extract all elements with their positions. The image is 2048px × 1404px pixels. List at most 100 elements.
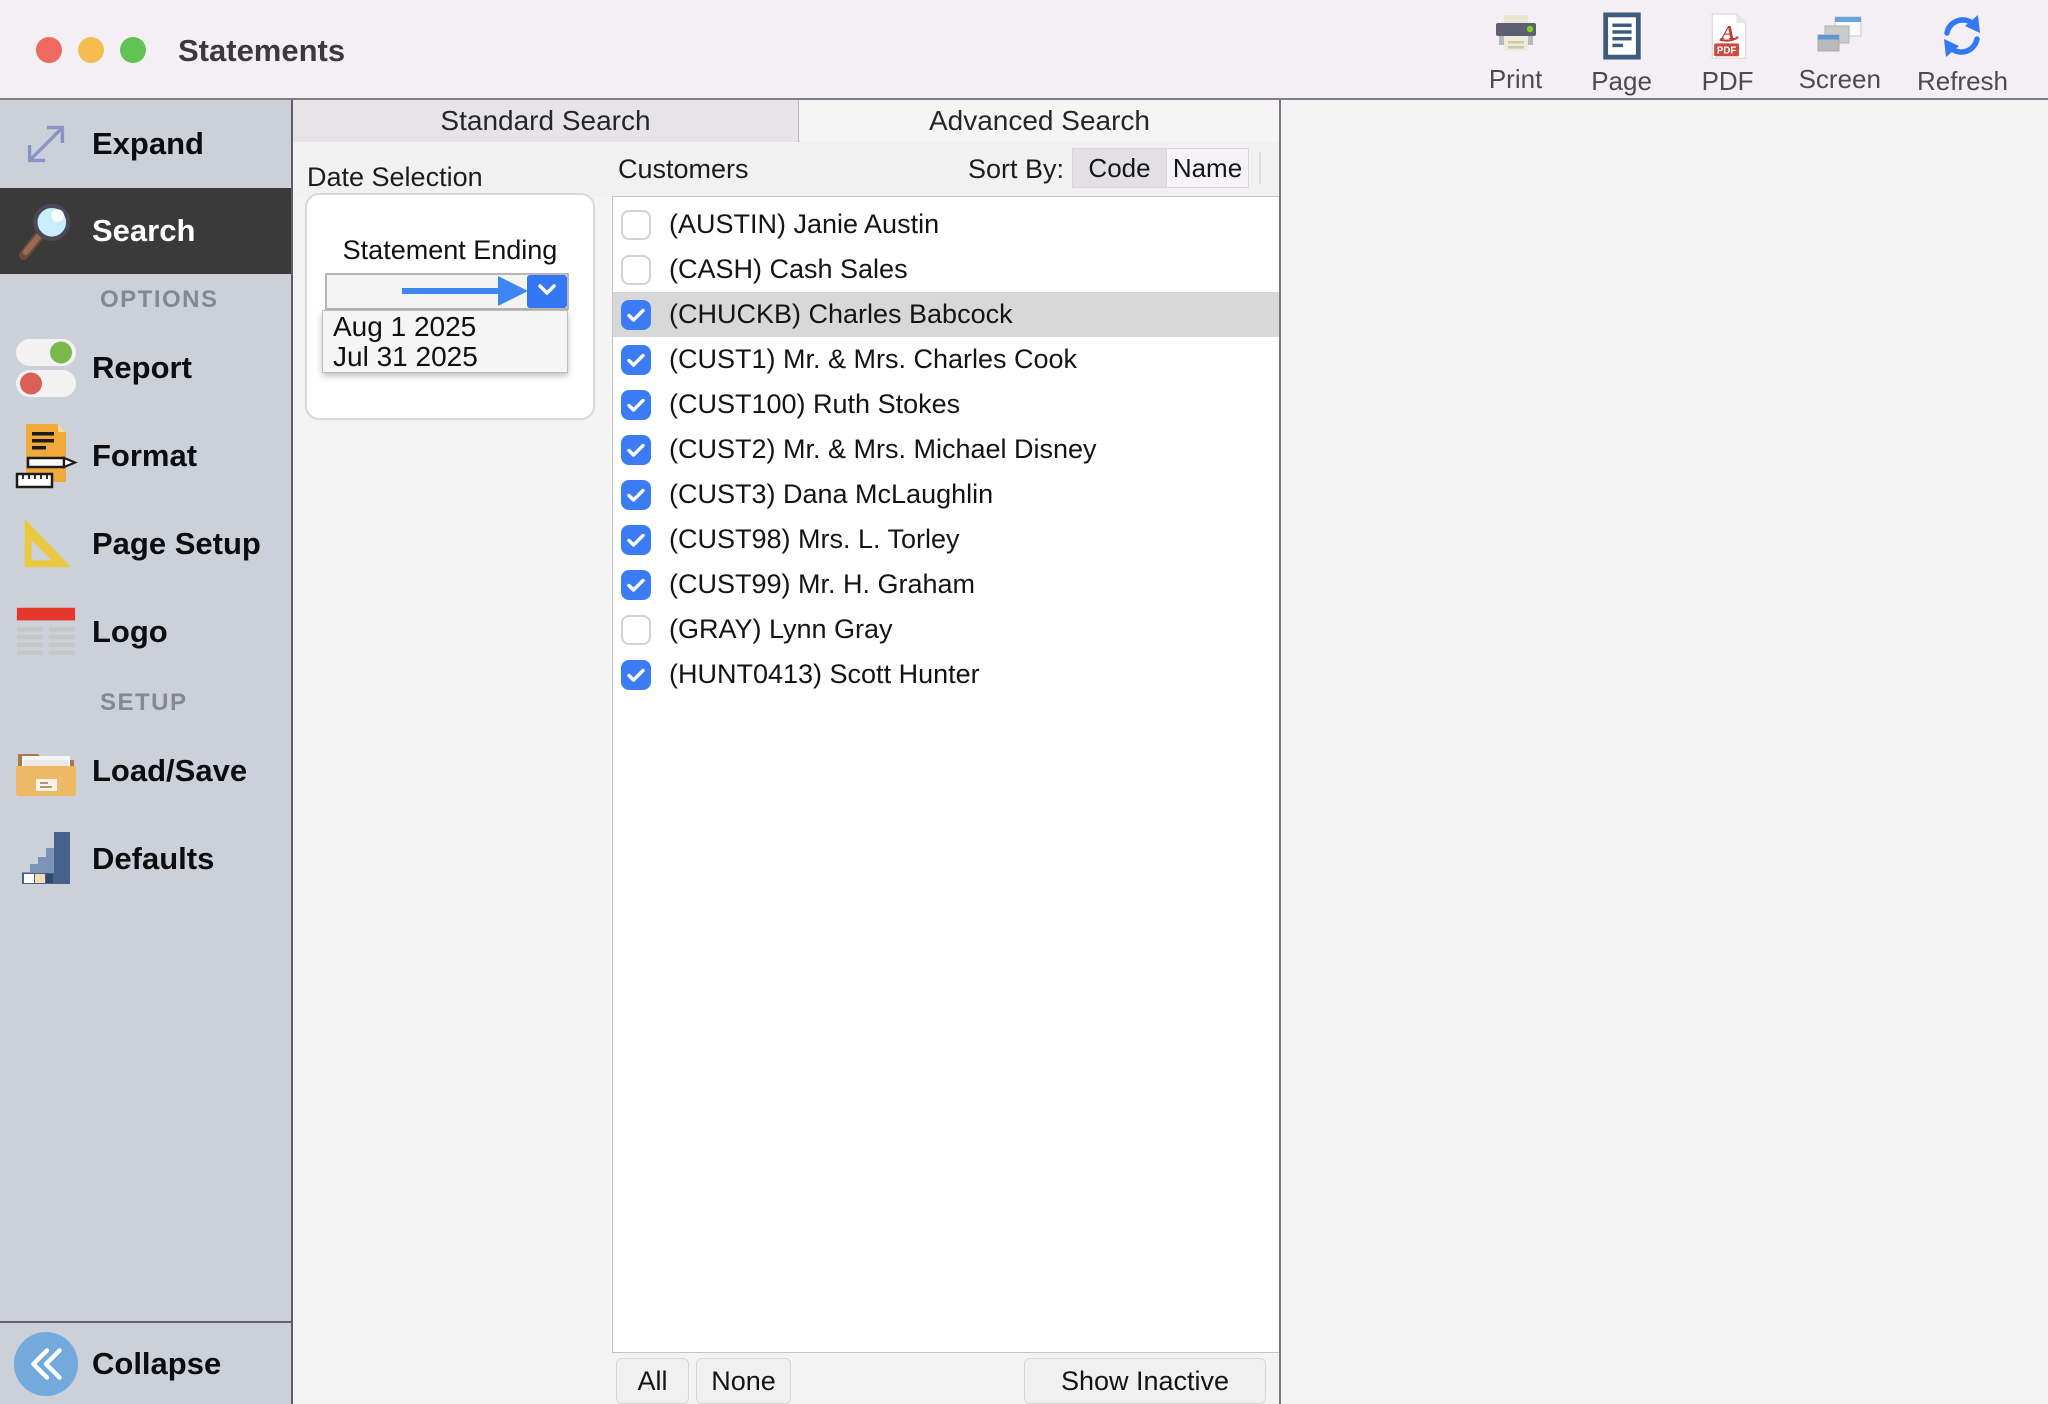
pdf-button[interactable]: A PDF PDF [1693,0,1763,97]
sidebar-section-setup: SETUP [100,689,188,717]
select-none-button[interactable]: None [696,1358,791,1404]
screen-icon [1815,12,1865,58]
customer-label: (CUST3) Dana McLaughlin [669,479,993,510]
customer-row[interactable]: (CASH) Cash Sales [613,247,1279,292]
screen-label: Screen [1799,64,1881,95]
sort-by-name-button[interactable]: Name [1167,148,1249,188]
close-window-button[interactable] [36,37,62,63]
select-all-button[interactable]: All [616,1358,689,1404]
combobox-dropdown-button[interactable] [527,275,567,308]
screen-button[interactable]: Screen [1799,0,1881,95]
customer-label: (CUST98) Mrs. L. Torley [669,524,960,555]
customer-label: (CUST100) Ruth Stokes [669,389,960,420]
customer-checkbox[interactable] [621,255,651,285]
tabs-row: Standard Search Advanced Search [293,100,1279,142]
refresh-label: Refresh [1917,66,2008,97]
customer-row[interactable]: (AUSTIN) Janie Austin [613,202,1279,247]
sidebar-item-format[interactable]: Format [0,412,291,500]
page-setup-icon [0,513,92,575]
customer-label: (CASH) Cash Sales [669,254,908,285]
page-label: Page [1591,66,1652,97]
show-inactive-button[interactable]: Show Inactive [1024,1358,1266,1404]
sidebar: Expand Search OPTIONS [0,100,293,1404]
customer-checkbox[interactable] [621,660,651,690]
sidebar-item-page-setup[interactable]: Page Setup [0,500,291,588]
panel-right-border [1279,100,1281,1404]
sidebar-item-expand[interactable]: Expand [0,100,291,188]
customer-label: (CUST2) Mr. & Mrs. Michael Disney [669,434,1097,465]
customer-row[interactable]: (CHUCKB) Charles Babcock [613,292,1279,337]
print-button[interactable]: Print [1481,0,1551,95]
customer-checkbox[interactable] [621,390,651,420]
dropdown-option[interactable]: Aug 1 2025 [323,311,567,341]
tab-advanced-search[interactable]: Advanced Search [800,100,1279,142]
statement-ending-label: Statement Ending [307,235,593,266]
sidebar-item-load-save[interactable]: Load/Save [0,727,291,815]
customer-label: (GRAY) Lynn Gray [669,614,893,645]
customer-row[interactable]: (CUST1) Mr. & Mrs. Charles Cook [613,337,1279,382]
search-icon [0,198,92,264]
customer-checkbox[interactable] [621,300,651,330]
collapse-icon [0,1330,92,1398]
customer-checkbox[interactable] [621,435,651,465]
sidebar-item-defaults[interactable]: Defaults [0,815,291,903]
customer-row[interactable]: (CUST2) Mr. & Mrs. Michael Disney [613,427,1279,472]
pdf-icon: A PDF [1707,12,1749,60]
sidebar-item-search[interactable]: Search [0,188,291,274]
zoom-window-button[interactable] [120,37,146,63]
sidebar-item-label: Search [92,213,195,249]
customer-checkbox[interactable] [621,615,651,645]
customer-row[interactable]: (CUST98) Mrs. L. Torley [613,517,1279,562]
sort-by-label: Sort By: [968,154,1064,185]
customer-label: (CHUCKB) Charles Babcock [669,299,1013,330]
sidebar-item-label: Report [92,350,192,386]
statements-window: Statements Print [0,0,2048,1404]
logo-icon [0,604,92,660]
tab-standard-search[interactable]: Standard Search [293,100,799,142]
sort-by-code-button[interactable]: Code [1072,148,1167,188]
toolbar: Print Page [1481,0,2008,100]
customers-label: Customers [618,154,749,185]
customer-checkbox[interactable] [621,525,651,555]
minimize-window-button[interactable] [78,37,104,63]
page-icon [1601,12,1643,60]
customer-list: (AUSTIN) Janie Austin (CASH) Cash Sales (C… [612,196,1280,1353]
sidebar-item-label: Logo [92,614,168,650]
sidebar-item-collapse[interactable]: Collapse [0,1323,291,1404]
sidebar-item-label: Defaults [92,841,214,877]
format-icon [0,421,92,491]
expand-icon [0,115,92,173]
svg-text:PDF: PDF [1716,46,1735,57]
sidebar-item-label: Expand [92,126,204,162]
customer-row[interactable]: (CUST3) Dana McLaughlin [613,472,1279,517]
print-label: Print [1489,64,1542,95]
chevron-down-icon [534,277,560,306]
customer-row[interactable]: (CUST100) Ruth Stokes [613,382,1279,427]
printer-icon [1492,12,1540,58]
sort-buttons-divider [1259,152,1261,184]
factory-icon [0,829,92,889]
annotation-arrow-icon [400,273,530,314]
sidebar-item-report[interactable]: Report [0,324,291,412]
customer-checkbox[interactable] [621,210,651,240]
customer-row[interactable]: (CUST99) Mr. H. Graham [613,562,1279,607]
sidebar-item-label: Collapse [92,1346,221,1382]
report-toggles-icon [0,335,92,401]
customer-checkbox[interactable] [621,480,651,510]
customer-checkbox[interactable] [621,570,651,600]
customer-row[interactable]: (GRAY) Lynn Gray [613,607,1279,652]
statement-ending-dropdown-menu: Aug 1 2025 Jul 31 2025 [322,310,568,373]
sidebar-item-label: Page Setup [92,526,261,562]
customer-row[interactable]: (HUNT0413) Scott Hunter [613,652,1279,697]
customer-label: (CUST99) Mr. H. Graham [669,569,975,600]
sidebar-item-logo[interactable]: Logo [0,588,291,676]
page-button[interactable]: Page [1587,0,1657,97]
refresh-button[interactable]: Refresh [1917,0,2008,97]
folder-icon [0,741,92,801]
titlebar: Statements Print [0,0,2048,100]
main-content: Standard Search Advanced Search Date Sel… [293,100,2048,1404]
refresh-icon [1938,12,1986,60]
sidebar-item-label: Load/Save [92,753,247,789]
dropdown-option[interactable]: Jul 31 2025 [323,341,567,371]
customer-checkbox[interactable] [621,345,651,375]
